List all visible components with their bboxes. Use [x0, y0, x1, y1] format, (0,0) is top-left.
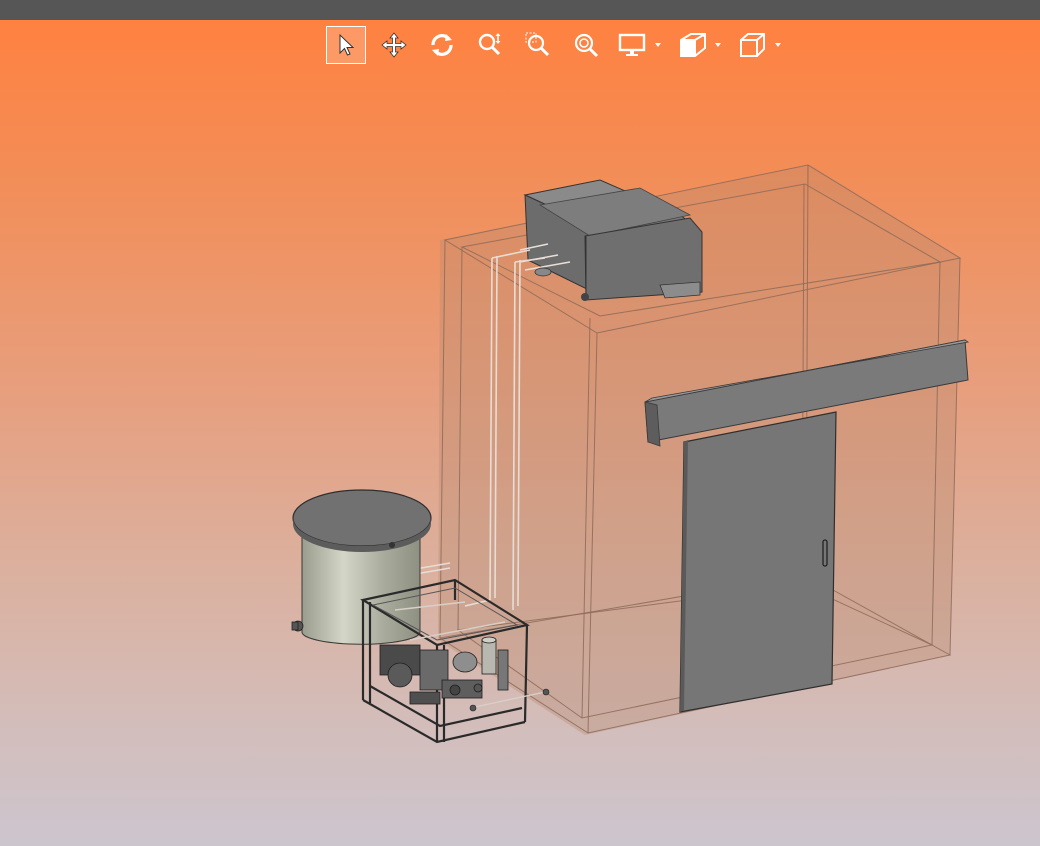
storage-tank[interactable] — [291, 489, 432, 645]
model-scene[interactable] — [0, 0, 1040, 846]
sliding-door[interactable] — [679, 411, 837, 713]
